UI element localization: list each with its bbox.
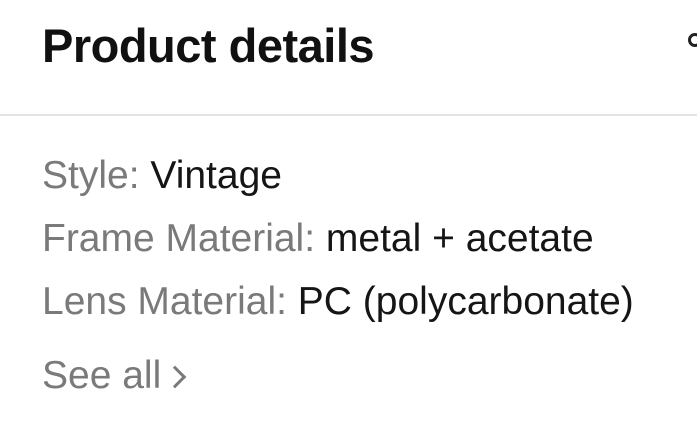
see-all-label: See all — [42, 354, 162, 397]
detail-row-frame-material: Frame Material: metal + acetate — [42, 213, 697, 276]
search-icon[interactable] — [688, 33, 697, 47]
see-all-link[interactable]: See all — [42, 350, 187, 402]
detail-label-style: Style: — [42, 154, 140, 197]
chevron-right-icon — [163, 365, 187, 389]
detail-value-style: Vintage — [139, 154, 282, 197]
detail-label-lens-material: Lens Material: — [42, 280, 287, 323]
detail-label-frame-material: Frame Material: — [42, 217, 316, 260]
detail-value-lens-material: PC (polycarbonate) — [286, 280, 634, 323]
divider — [0, 114, 697, 116]
product-details-header: Product details — [0, 0, 697, 114]
page-title: Product details — [42, 19, 375, 72]
detail-row-style: Style: Vintage — [42, 150, 697, 213]
detail-value-frame-material: metal + acetate — [315, 217, 594, 260]
detail-row-lens-material: Lens Material: PC (polycarbonate) — [42, 276, 697, 339]
product-details-list: Style: Vintage Frame Material: metal + a… — [42, 150, 697, 339]
